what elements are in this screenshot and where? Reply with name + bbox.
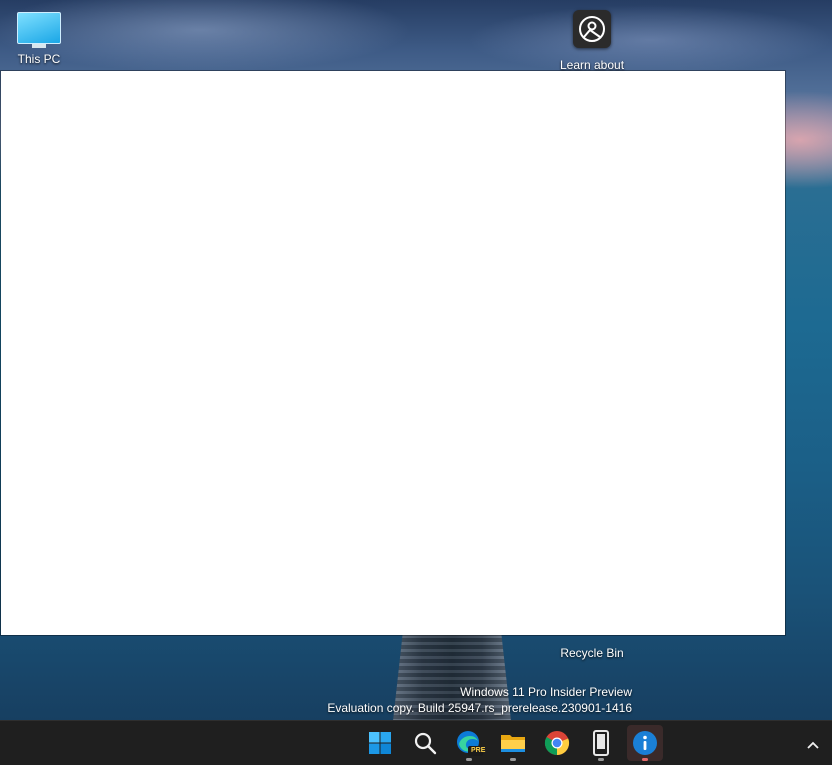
running-indicator [466, 758, 472, 761]
taskbar-search-button[interactable] [407, 725, 443, 761]
edge-pre-badge: PRE [471, 747, 486, 754]
tray-overflow-button[interactable] [806, 735, 820, 754]
desktop-icon-learn-about[interactable]: Learn about [552, 10, 632, 72]
chrome-icon [544, 731, 570, 756]
learn-about-icon [573, 10, 611, 48]
windows-start-icon [369, 732, 391, 754]
desktop-icon-label: Learn about [559, 58, 625, 72]
taskbar-start-button[interactable] [362, 725, 398, 761]
running-indicator [598, 758, 604, 761]
taskbar-chrome-button[interactable] [539, 725, 575, 761]
info-icon [633, 731, 657, 755]
this-pc-icon [17, 12, 61, 48]
blank-app-window[interactable] [1, 71, 785, 635]
running-indicator [510, 758, 516, 761]
search-icon [414, 732, 437, 755]
desktop-icon-label: This PC [17, 52, 61, 66]
taskbar-info-button[interactable] [627, 725, 663, 761]
taskbar-phone-link-button[interactable] [583, 725, 619, 761]
watermark-line-2: Evaluation copy. Build 25947.rs_prerelea… [327, 701, 632, 715]
desktop-icon-label: Recycle Bin [560, 646, 624, 660]
taskbar-edge-preview-button[interactable]: PRE [451, 725, 487, 761]
file-explorer-icon [501, 735, 525, 752]
watermark-line-1: Windows 11 Pro Insider Preview [460, 685, 632, 699]
desktop-icon-this-pc[interactable]: This PC [4, 10, 74, 66]
taskbar: PRE [0, 720, 832, 765]
active-indicator [642, 758, 648, 761]
phone-icon [593, 730, 609, 756]
taskbar-file-explorer-button[interactable] [495, 725, 531, 761]
windows-watermark: Windows 11 Pro Insider Preview Evaluatio… [327, 684, 632, 716]
chevron-up-icon [807, 741, 819, 749]
desktop-icon-recycle-bin[interactable]: Recycle Bin [552, 636, 632, 660]
